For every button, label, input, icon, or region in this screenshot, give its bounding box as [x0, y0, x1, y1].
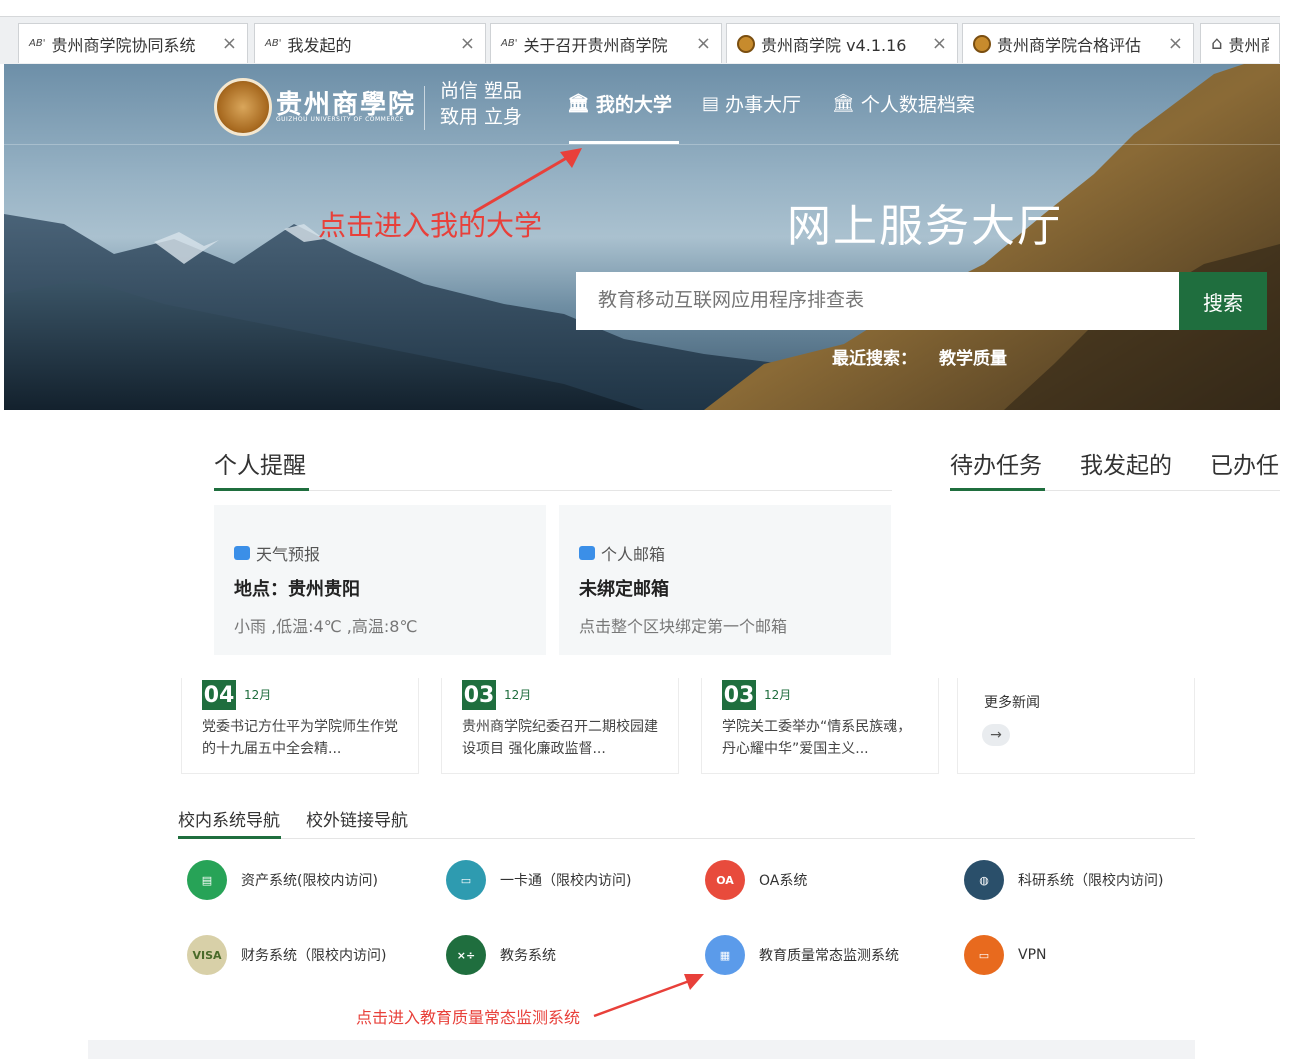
- seal-favicon-icon: [973, 34, 991, 53]
- browser-tab-active[interactable]: ⌂ 贵州商: [1200, 23, 1280, 63]
- weather-detail: 小雨 ,低温:4℃ ,高温:8℃: [234, 617, 418, 636]
- chalkboard-icon: ×÷: [446, 935, 486, 975]
- mail-heading-text: 个人邮箱: [601, 545, 666, 564]
- close-tab-icon[interactable]: ×: [460, 33, 475, 54]
- tab-label: 贵州商学院 v4.1.16: [761, 35, 907, 55]
- mail-heading: 个人邮箱: [579, 541, 665, 565]
- tab-external-links[interactable]: 校外链接导航: [306, 806, 408, 831]
- reminders-underline: [214, 488, 309, 491]
- card-icon: ▭: [446, 860, 486, 900]
- weather-heading-text: 天气预报: [256, 545, 321, 564]
- annotation-quality-monitor: 点击进入教育质量常态监测系统: [356, 1008, 581, 1027]
- mail-hint: 点击整个区块绑定第一个邮箱: [579, 617, 788, 636]
- system-campus-card[interactable]: ▭ 一卡通（限校内访问): [446, 860, 631, 900]
- tab-label: 关于召开贵州商学院: [523, 35, 668, 55]
- globe-icon: ◍: [964, 860, 1004, 900]
- oa-icon: OA: [705, 860, 745, 900]
- news-day: 03: [722, 680, 756, 710]
- system-label: OA系统: [759, 873, 808, 889]
- weather-icon: [234, 546, 250, 560]
- reminders-title: 个人提醒: [214, 453, 306, 479]
- news-title: 贵州商学院纪委召开二期校园建设项目 强化廉政监督...: [462, 719, 658, 757]
- systems-underline: [178, 836, 281, 839]
- browser-tab[interactable]: 贵州商学院合格评估 ×: [962, 23, 1194, 63]
- close-tab-icon[interactable]: ×: [1168, 33, 1183, 54]
- news-item[interactable]: 03 12月 贵州商学院纪委召开二期校园建设项目 强化廉政监督...: [441, 678, 679, 774]
- mail-status: 未绑定邮箱: [579, 579, 669, 600]
- news-month: 12月: [504, 688, 532, 702]
- news-month: 12月: [244, 688, 272, 702]
- annotation-arrow: [473, 148, 582, 214]
- close-tab-icon[interactable]: ×: [222, 33, 237, 54]
- more-news-link[interactable]: 更多新闻: [984, 692, 1040, 712]
- tab-label: 贵州商学院合格评估: [997, 35, 1142, 55]
- ab-favicon-icon: AB': [29, 38, 46, 49]
- seal-favicon-icon: [737, 34, 755, 53]
- system-finance[interactable]: VISA 财务系统（限校内访问): [187, 935, 386, 975]
- tab-label: 贵州商学院协同系统: [51, 35, 196, 55]
- news-month: 12月: [764, 688, 792, 702]
- monitor-icon: ▭: [964, 935, 1004, 975]
- reminders-divider: [214, 490, 892, 491]
- footer-bar: [88, 1040, 1195, 1059]
- ab-favicon-icon: AB': [501, 38, 518, 49]
- system-label: 一卡通（限校内访问): [500, 873, 632, 889]
- system-oa[interactable]: OA OA系统: [705, 860, 807, 900]
- arrow-right-icon[interactable]: →: [982, 724, 1010, 746]
- weather-location: 地点：贵州贵阳: [234, 579, 360, 600]
- tab-todo[interactable]: 待办任务: [950, 446, 1042, 480]
- system-label: 科研系统（限校内访问): [1018, 873, 1164, 889]
- news-item[interactable]: 03 12月 学院关工委举办“情系民族魂，丹心耀中华”爱国主义...: [701, 678, 939, 774]
- system-asset[interactable]: ▤ 资产系统(限校内访问): [187, 860, 378, 900]
- system-label: VPN: [1018, 947, 1047, 963]
- system-label: 教育质量常态监测系统: [759, 948, 899, 964]
- news-title: 学院关工委举办“情系民族魂，丹心耀中华”爱国主义...: [722, 719, 912, 757]
- home-icon: ⌂: [1211, 33, 1223, 54]
- browser-tab[interactable]: AB' 我发起的 ×: [254, 23, 486, 63]
- browser-tab[interactable]: AB' 贵州商学院协同系统 ×: [18, 23, 248, 63]
- news-day: 03: [462, 680, 496, 710]
- visa-card-icon: VISA: [187, 935, 227, 975]
- system-label: 教务系统: [500, 948, 556, 964]
- weather-card[interactable]: 天气预报 地点：贵州贵阳 小雨 ,低温:4℃ ,高温:8℃: [214, 505, 546, 655]
- close-tab-icon[interactable]: ×: [932, 33, 947, 54]
- browser-tab-bar: AB' 贵州商学院协同系统 × AB' 我发起的 × AB' 关于召开贵州商学院…: [0, 16, 1280, 64]
- system-academic[interactable]: ×÷ 教务系统: [446, 935, 556, 975]
- browser-tab[interactable]: 贵州商学院 v4.1.16 ×: [726, 23, 958, 63]
- mail-icon: [579, 546, 595, 560]
- tab-label: 贵州商: [1228, 35, 1269, 55]
- browser-tab[interactable]: AB' 关于召开贵州商学院 ×: [490, 23, 722, 63]
- system-research[interactable]: ◍ 科研系统（限校内访问): [964, 860, 1163, 900]
- systems-divider: [178, 838, 1195, 839]
- tasks-underline: [950, 488, 1045, 491]
- news-title: 党委书记方仕平为学院师生作党的十九届五中全会精...: [202, 719, 398, 757]
- close-tab-icon[interactable]: ×: [696, 33, 711, 54]
- system-vpn[interactable]: ▭ VPN: [964, 935, 1047, 975]
- tab-internal-systems[interactable]: 校内系统导航: [178, 806, 280, 831]
- ab-favicon-icon: AB': [265, 38, 282, 49]
- system-quality-monitor[interactable]: ▦ 教育质量常态监测系统: [705, 935, 899, 975]
- news-day: 04: [202, 680, 236, 710]
- tab-initiated[interactable]: 我发起的: [1080, 446, 1172, 480]
- news-item[interactable]: 04 12月 党委书记方仕平为学院师生作党的十九届五中全会精...: [181, 678, 419, 774]
- system-label: 资产系统(限校内访问): [241, 873, 378, 889]
- tab-label: 我发起的: [287, 35, 352, 55]
- system-label: 财务系统（限校内访问): [241, 948, 387, 964]
- weather-heading: 天气预报: [234, 541, 320, 565]
- hero-banner: 贵州商學院 GUIZHOU UNIVERSITY OF COMMERCE 尚信 …: [4, 64, 1280, 410]
- mail-card[interactable]: 个人邮箱 未绑定邮箱 点击整个区块绑定第一个邮箱: [559, 505, 891, 655]
- annotation-arrow: [593, 974, 704, 1018]
- server-icon: ▤: [187, 860, 227, 900]
- tab-done[interactable]: 已办任: [1210, 446, 1279, 480]
